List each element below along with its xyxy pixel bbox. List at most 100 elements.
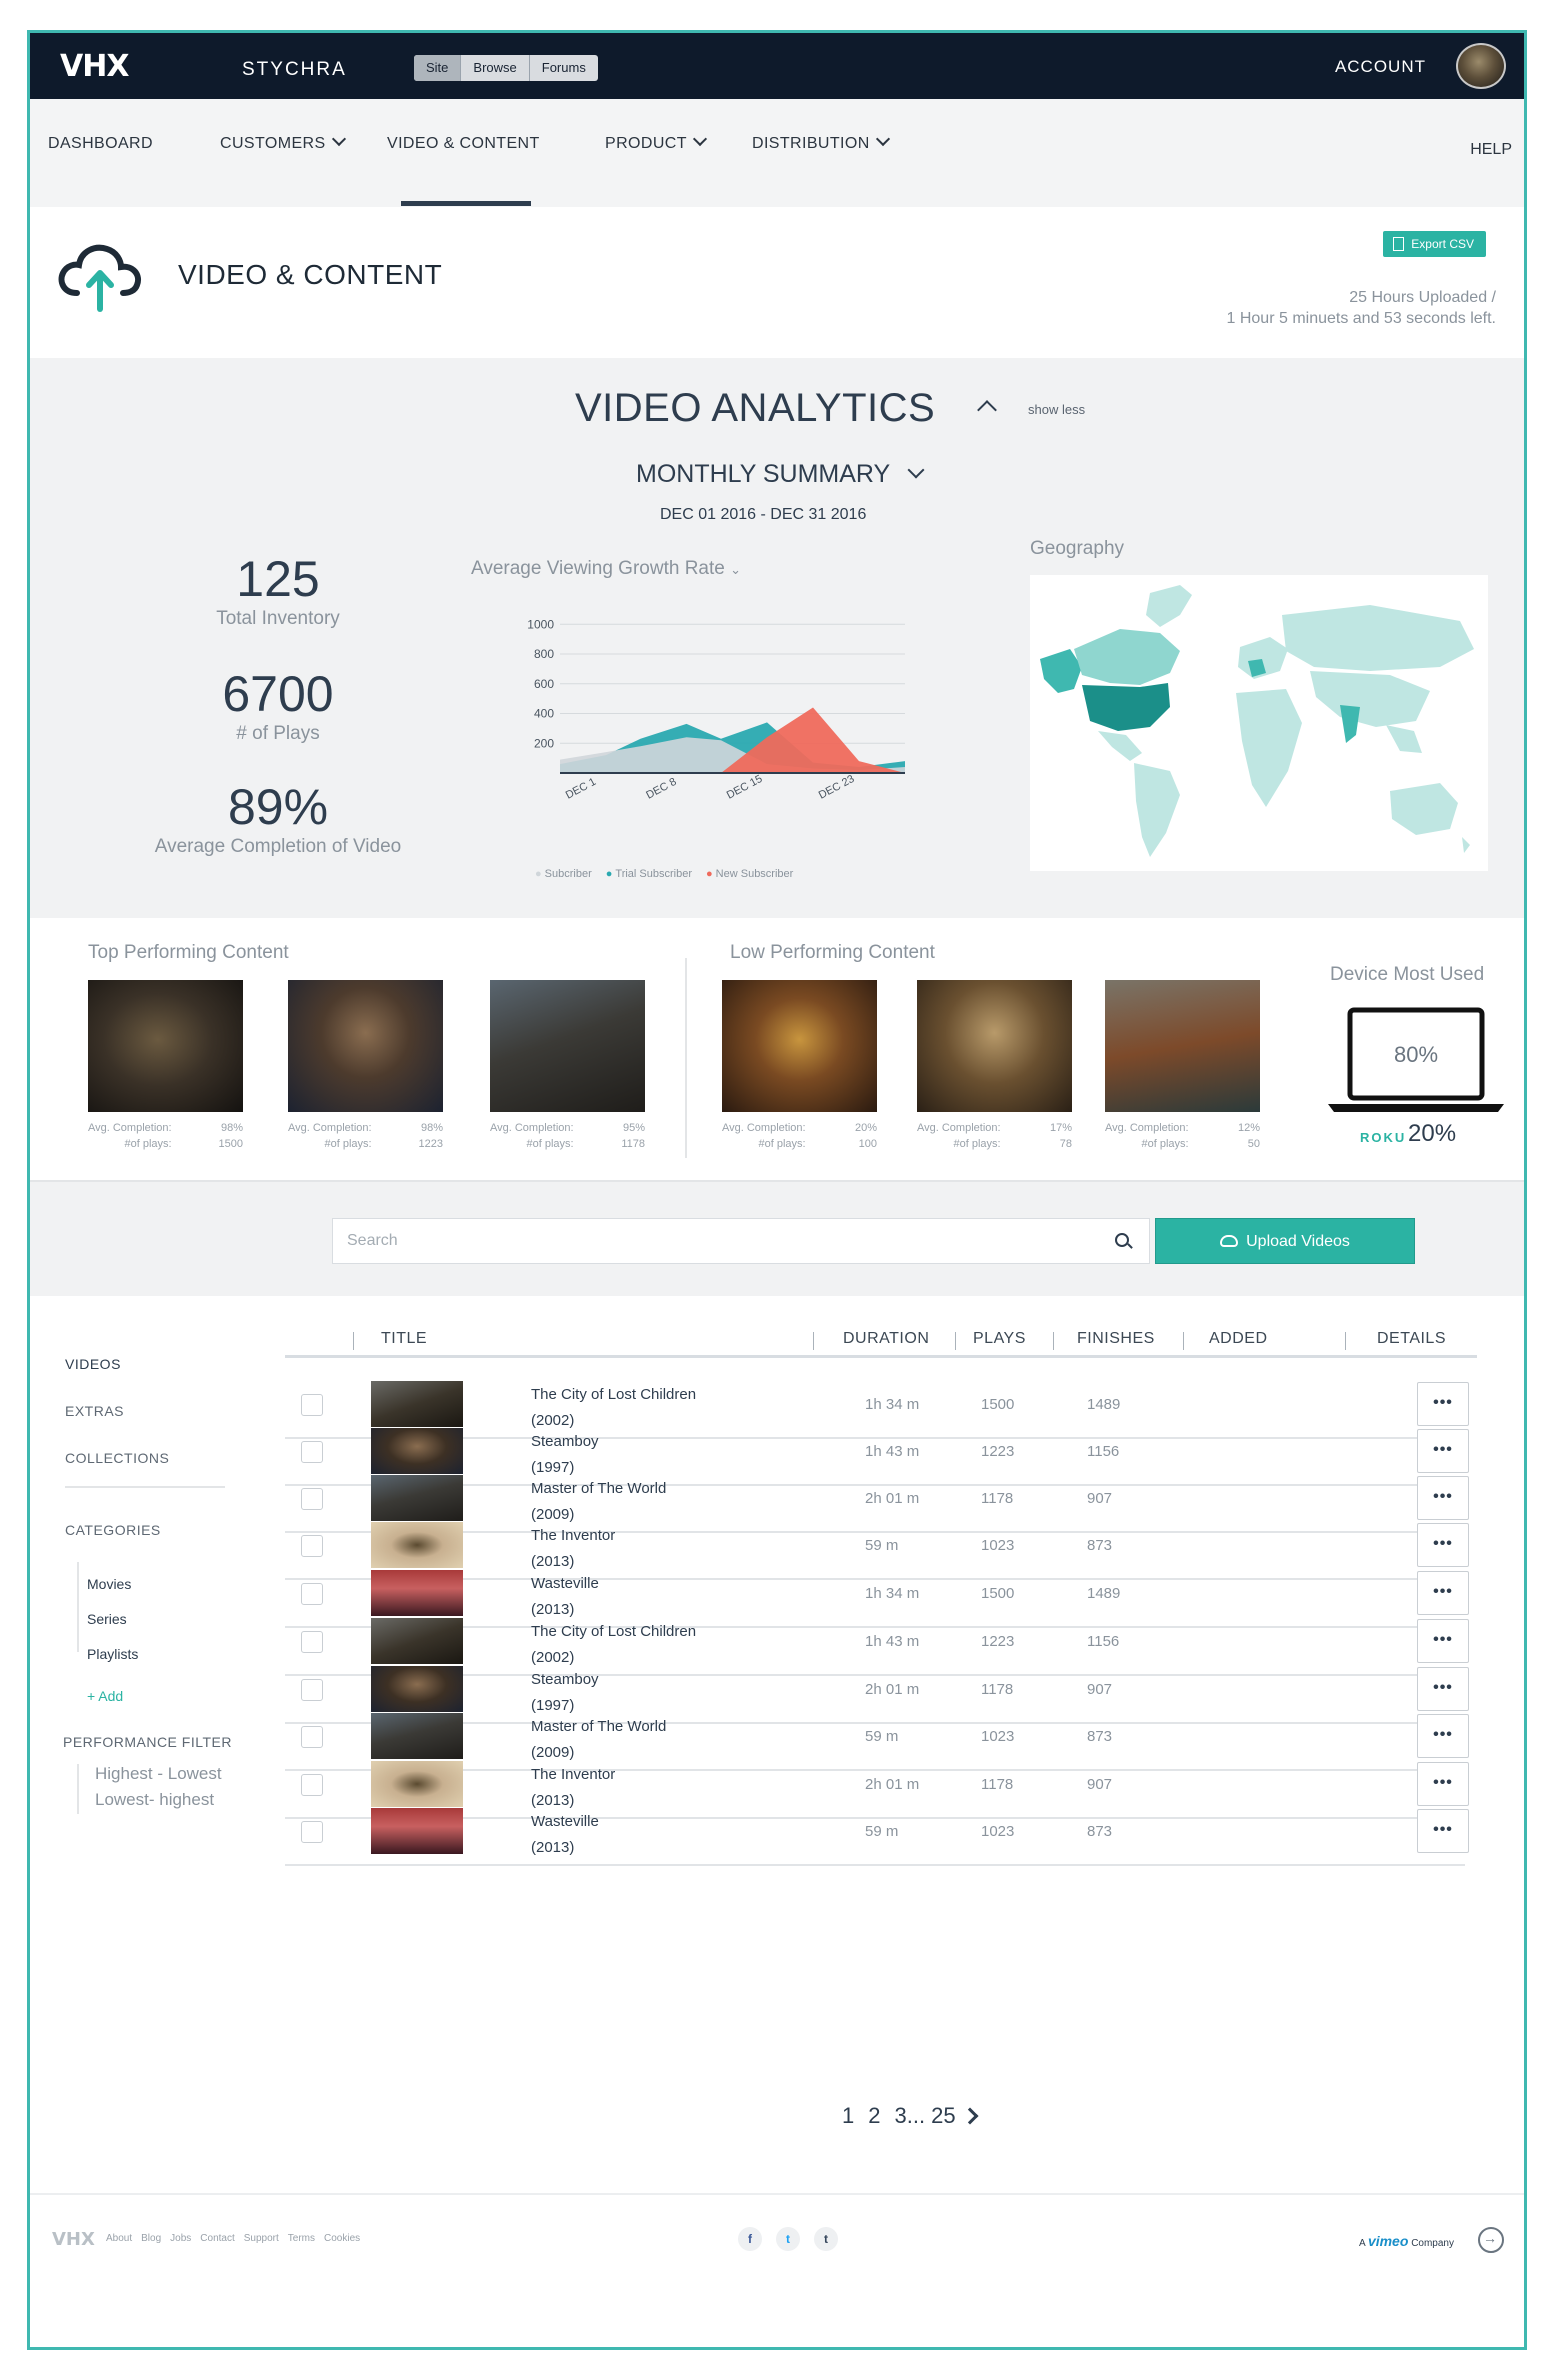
switcher-forums[interactable]: Forums bbox=[530, 55, 598, 81]
search-row: Upload Videos bbox=[30, 1180, 1524, 1296]
footer-logo[interactable]: VHX bbox=[52, 2229, 95, 2250]
row-checkbox[interactable] bbox=[301, 1535, 323, 1557]
row-checkbox[interactable] bbox=[301, 1441, 323, 1463]
table-row[interactable]: Wasteville (2013) 59 m 1023 873 ••• bbox=[285, 1795, 1469, 1866]
low-content-tile[interactable]: Avg. Completion: #of plays: 12% 50 bbox=[1105, 980, 1260, 1152]
next-page-icon[interactable] bbox=[961, 2107, 979, 2125]
main-nav: DASHBOARD CUSTOMERS VIDEO & CONTENT PROD… bbox=[30, 99, 1524, 207]
sidebar-categories-heading: CATEGORIES bbox=[65, 1522, 161, 1538]
vhx-logo[interactable]: VHX bbox=[60, 49, 129, 84]
chevron-up-icon[interactable] bbox=[977, 400, 997, 420]
top-content-tile[interactable]: Avg. Completion: #of plays: 95% 1178 bbox=[490, 980, 645, 1152]
sidebar-item-movies[interactable]: Movies bbox=[87, 1576, 131, 1592]
switcher-site[interactable]: Site bbox=[414, 55, 462, 81]
chart-title[interactable]: Average Viewing Growth Rate ⌄ bbox=[471, 558, 741, 580]
top-content-tile[interactable]: Avg. Completion: #of plays: 98% 1500 bbox=[88, 980, 243, 1152]
analytics-section: VIDEO ANALYTICS show less MONTHLY SUMMAR… bbox=[30, 358, 1524, 918]
search-icon[interactable] bbox=[1115, 1233, 1129, 1247]
twitter-icon[interactable]: t bbox=[776, 2227, 800, 2251]
video-finishes: 1489 bbox=[1087, 1396, 1121, 1413]
row-checkbox[interactable] bbox=[301, 1631, 323, 1653]
column-separator bbox=[1345, 1332, 1346, 1350]
sidebar-item-collections[interactable]: COLLECTIONS bbox=[65, 1450, 169, 1466]
top-content-tile[interactable]: Avg. Completion: #of plays: 98% 1223 bbox=[288, 980, 443, 1152]
page-3-to-25[interactable]: 3... 25 bbox=[895, 2103, 956, 2129]
video-thumbnail bbox=[917, 980, 1072, 1112]
upload-videos-button[interactable]: Upload Videos bbox=[1155, 1218, 1415, 1264]
y-tick-label: 800 bbox=[534, 647, 554, 661]
column-title[interactable]: TITLE bbox=[381, 1330, 427, 1348]
filter-lowest-highest[interactable]: Lowest- highest bbox=[95, 1790, 214, 1810]
row-checkbox[interactable] bbox=[301, 1394, 323, 1416]
low-content-tile[interactable]: Avg. Completion: #of plays: 17% 78 bbox=[917, 980, 1072, 1152]
video-duration: 2h 01 m bbox=[865, 1776, 920, 1793]
chevron-down-icon bbox=[331, 131, 346, 147]
video-title[interactable]: Wasteville (2013) bbox=[531, 1809, 599, 1861]
filter-highest-lowest[interactable]: Highest - Lowest bbox=[95, 1764, 222, 1784]
sidebar-item-videos[interactable]: VIDEOS bbox=[65, 1356, 121, 1372]
page-2[interactable]: 2 bbox=[868, 2103, 880, 2129]
vimeo-company-badge[interactable]: A vimeo Company bbox=[1359, 2233, 1454, 2249]
completion-value: 17% bbox=[1049, 1122, 1072, 1134]
export-csv-button[interactable]: Export CSV bbox=[1383, 231, 1486, 257]
video-title-text: Steamboy bbox=[531, 1433, 599, 1450]
row-checkbox[interactable] bbox=[301, 1488, 323, 1510]
sidebar-item-series[interactable]: Series bbox=[87, 1611, 127, 1627]
column-finishes[interactable]: FINISHES bbox=[1077, 1330, 1155, 1348]
divider bbox=[77, 1562, 79, 1652]
summary-period-select[interactable]: MONTHLY SUMMARY bbox=[636, 460, 890, 489]
x-tick-label: DEC 23 bbox=[817, 773, 857, 802]
footer-link-jobs[interactable]: Jobs bbox=[170, 2233, 191, 2244]
footer-link-blog[interactable]: Blog bbox=[141, 2233, 161, 2244]
show-less-link[interactable]: show less bbox=[1028, 402, 1085, 417]
footer-link-contact[interactable]: Contact bbox=[200, 2233, 234, 2244]
facebook-icon[interactable]: f bbox=[738, 2227, 762, 2251]
video-plays: 1178 bbox=[981, 1681, 1014, 1698]
column-duration[interactable]: DURATION bbox=[843, 1330, 929, 1348]
row-checkbox[interactable] bbox=[301, 1726, 323, 1748]
account-link[interactable]: ACCOUNT bbox=[1335, 57, 1426, 77]
row-checkbox[interactable] bbox=[301, 1774, 323, 1796]
chevron-down-icon[interactable] bbox=[907, 461, 925, 479]
arrow-right-icon[interactable] bbox=[1478, 2227, 1504, 2253]
low-content-tile[interactable]: Avg. Completion: #of plays: 20% 100 bbox=[722, 980, 877, 1152]
video-duration: 1h 34 m bbox=[865, 1396, 920, 1413]
video-duration: 2h 01 m bbox=[865, 1681, 920, 1698]
video-plays: 1023 bbox=[981, 1537, 1015, 1554]
footer-link-about[interactable]: About bbox=[106, 2233, 132, 2244]
tile-stats: Avg. Completion: #of plays: 98% 1223 bbox=[288, 1120, 443, 1152]
avatar[interactable] bbox=[1456, 43, 1506, 89]
help-link[interactable]: HELP bbox=[1470, 141, 1512, 159]
column-separator bbox=[813, 1332, 814, 1350]
footer-link-support[interactable]: Support bbox=[244, 2233, 279, 2244]
nav-video-content[interactable]: VIDEO & CONTENT bbox=[387, 135, 540, 153]
nav-product[interactable]: PRODUCT bbox=[605, 131, 707, 153]
nav-distribution[interactable]: DISTRIBUTION bbox=[752, 131, 890, 153]
row-checkbox[interactable] bbox=[301, 1583, 323, 1605]
video-plays: 1178 bbox=[981, 1776, 1014, 1793]
footer-link-cookies[interactable]: Cookies bbox=[324, 2233, 360, 2244]
search-input[interactable] bbox=[347, 1219, 1087, 1263]
column-plays[interactable]: PLAYS bbox=[973, 1330, 1026, 1348]
switcher-browse[interactable]: Browse bbox=[461, 55, 530, 81]
tumblr-icon[interactable]: t bbox=[814, 2227, 838, 2251]
plays-label: #of plays: bbox=[124, 1138, 172, 1150]
roku-percent: 20% bbox=[1408, 1120, 1457, 1147]
footer-link-terms[interactable]: Terms bbox=[288, 2233, 315, 2244]
legend-new-subscriber: New Subscriber bbox=[706, 868, 794, 880]
sidebar-item-playlists[interactable]: Playlists bbox=[87, 1646, 138, 1662]
sidebar-item-extras[interactable]: EXTRAS bbox=[65, 1403, 124, 1419]
add-category-button[interactable]: + Add bbox=[87, 1688, 123, 1704]
nav-dashboard[interactable]: DASHBOARD bbox=[48, 135, 153, 153]
laptop-icon: 80% bbox=[1328, 1007, 1504, 1112]
world-map[interactable] bbox=[1030, 575, 1488, 871]
row-checkbox[interactable] bbox=[301, 1821, 323, 1843]
video-duration: 59 m bbox=[865, 1537, 899, 1554]
video-plays: 1023 bbox=[981, 1728, 1015, 1745]
nav-customers[interactable]: CUSTOMERS bbox=[220, 131, 346, 153]
column-added[interactable]: ADDED bbox=[1209, 1330, 1268, 1348]
row-checkbox[interactable] bbox=[301, 1679, 323, 1701]
page-1[interactable]: 1 bbox=[842, 2103, 854, 2129]
details-button[interactable]: ••• bbox=[1417, 1809, 1469, 1853]
plays-value: 100 bbox=[858, 1138, 877, 1150]
